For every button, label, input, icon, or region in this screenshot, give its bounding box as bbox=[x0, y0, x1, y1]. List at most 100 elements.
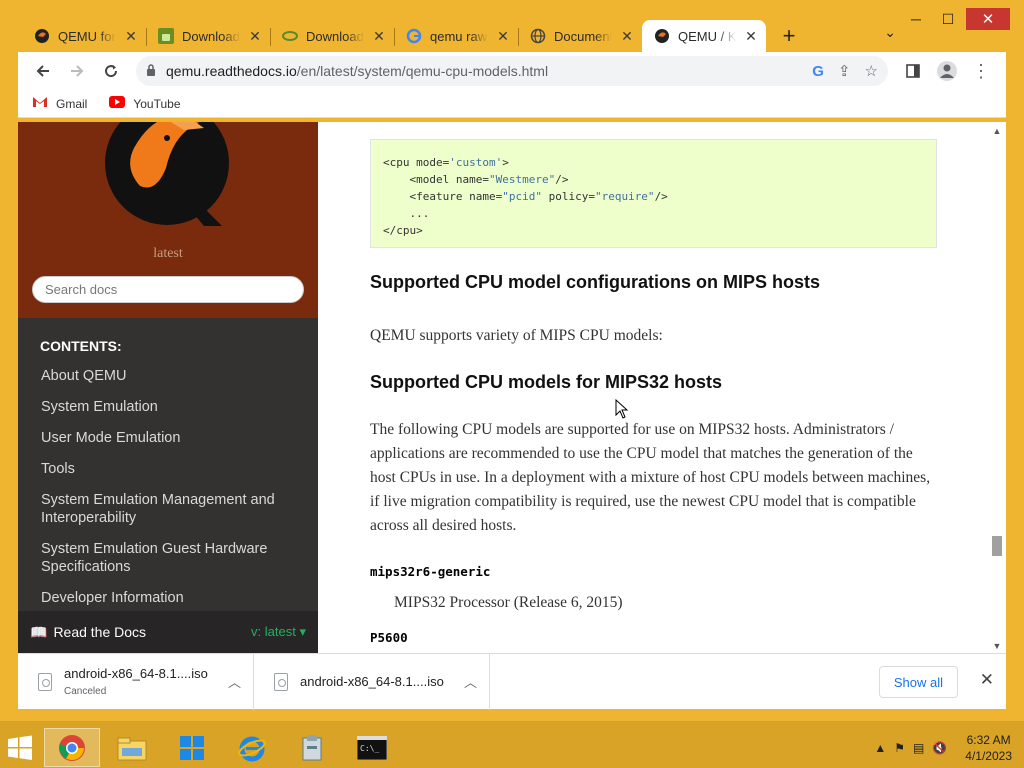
bookmark-label: YouTube bbox=[133, 96, 181, 111]
scrollbar-thumb[interactable] bbox=[992, 536, 1002, 556]
command-prompt-icon[interactable]: C:\_ bbox=[344, 728, 400, 767]
close-icon[interactable]: ✕ bbox=[744, 29, 758, 43]
download-status: Canceled bbox=[64, 686, 107, 697]
mips32-paragraph: The following CPU models are supported f… bbox=[370, 421, 931, 534]
chevron-up-icon[interactable]: ︿ bbox=[464, 672, 477, 691]
address-bar[interactable]: qemu.readthedocs.io/en/latest/system/qem… bbox=[136, 56, 888, 86]
store-icon[interactable] bbox=[164, 728, 220, 767]
close-icon[interactable]: ✕ bbox=[620, 29, 634, 43]
sidebar-item-about-qemu[interactable]: About QEMU bbox=[41, 366, 291, 386]
qemu-icon bbox=[654, 28, 670, 44]
close-icon[interactable]: ✕ bbox=[372, 29, 386, 43]
downloads-bar: android-x86_64-8.1....iso Canceled ︿ and… bbox=[18, 653, 1006, 710]
scroll-up-icon[interactable]: ▲ bbox=[988, 126, 1006, 136]
archive-icon[interactable] bbox=[284, 728, 340, 767]
side-panel-icon[interactable] bbox=[898, 56, 928, 86]
download-item[interactable]: android-x86_64-8.1....iso ︿ bbox=[254, 653, 490, 710]
caret-down-icon: ▾ bbox=[299, 624, 306, 639]
sidebar-item-tools[interactable]: Tools bbox=[41, 459, 291, 479]
profile-avatar[interactable] bbox=[932, 56, 962, 86]
reload-icon[interactable] bbox=[96, 56, 126, 86]
chevron-up-icon[interactable]: ︿ bbox=[228, 672, 241, 691]
bookmark-youtube[interactable]: YouTube bbox=[109, 96, 181, 111]
flag-icon[interactable]: ⚑ bbox=[894, 741, 905, 755]
windows-start-icon[interactable] bbox=[0, 727, 40, 768]
clock-date: 4/1/2023 bbox=[965, 748, 1012, 763]
close-window-button[interactable]: ✕ bbox=[966, 8, 1010, 30]
volume-muted-icon[interactable]: 🔇 bbox=[932, 741, 947, 755]
minimize-button[interactable]: ─ bbox=[900, 8, 932, 30]
tab-documentation[interactable]: Documentation ✕ bbox=[518, 20, 642, 52]
read-the-docs-flyout[interactable]: 📖 Read the Docs v: latest ▾ bbox=[18, 611, 318, 653]
bookmarks-bar: Gmail YouTube bbox=[18, 90, 1006, 118]
intro-paragraph: QEMU supports variety of MIPS CPU models… bbox=[370, 327, 663, 344]
google-icon[interactable]: G bbox=[812, 63, 824, 80]
search-docs-input[interactable]: Search docs bbox=[32, 276, 304, 303]
download-filename: android-x86_64-8.1....iso bbox=[64, 666, 208, 681]
file-icon bbox=[38, 672, 52, 691]
bookmark-gmail[interactable]: Gmail bbox=[32, 96, 87, 111]
bookmark-label: Gmail bbox=[56, 96, 88, 111]
sidebar-nav: About QEMU System Emulation User Mode Em… bbox=[41, 366, 291, 619]
show-all-button[interactable]: Show all bbox=[878, 666, 958, 698]
internet-explorer-icon[interactable] bbox=[224, 728, 280, 767]
close-icon[interactable]: ✕ bbox=[124, 29, 138, 43]
close-icon[interactable]: ✕ bbox=[248, 29, 262, 43]
network-icon[interactable]: ▤ bbox=[913, 741, 924, 755]
share-icon[interactable]: ⇪ bbox=[838, 62, 851, 80]
close-icon[interactable]: ✕ bbox=[980, 670, 994, 690]
code-line: <cpu mode='custom'> bbox=[383, 156, 509, 169]
maximize-button[interactable]: ☐ bbox=[932, 8, 964, 30]
browser-toolbar: qemu.readthedocs.io/en/latest/system/qem… bbox=[18, 52, 1006, 90]
download-item[interactable]: android-x86_64-8.1....iso Canceled ︿ bbox=[18, 653, 254, 710]
tab-title: QEMU / KVM bbox=[678, 28, 736, 44]
book-icon: 📖 bbox=[30, 623, 48, 640]
cpu-model-definition: MIPS32 Processor (Release 6, 2015) bbox=[394, 594, 623, 611]
menu-kebab-icon[interactable]: ⋮ bbox=[966, 56, 996, 86]
window-controls: ─ ☐ ✕ bbox=[900, 8, 1010, 30]
google-icon bbox=[406, 28, 422, 44]
qemu-logo[interactable] bbox=[104, 122, 230, 228]
page-scrollbar[interactable]: ▲ ▼ bbox=[988, 122, 1006, 653]
code-line: <feature name="pcid" policy="require"/> bbox=[383, 190, 668, 203]
taskbar: C:\_ ▲ ⚑ ▤ 🔇 6:32 AM 4/1/2023 bbox=[0, 727, 1024, 768]
show-hidden-icons-icon[interactable]: ▲ bbox=[874, 741, 886, 755]
chrome-icon[interactable] bbox=[44, 728, 100, 767]
clock[interactable]: 6:32 AM 4/1/2023 bbox=[965, 732, 1012, 764]
tab-title: QEMU for Windows bbox=[58, 28, 116, 44]
new-tab-button[interactable]: + bbox=[774, 21, 804, 51]
tab-qemu-raw[interactable]: qemu raw emulator ✕ bbox=[394, 20, 518, 52]
rtd-label: Read the Docs bbox=[53, 624, 147, 640]
contents-caption: CONTENTS: bbox=[40, 338, 122, 354]
system-tray: ▲ ⚑ ▤ 🔇 6:32 AM 4/1/2023 bbox=[874, 732, 1024, 764]
tab-search-chevron-icon[interactable]: ⌄ bbox=[884, 24, 896, 41]
lock-icon[interactable] bbox=[146, 63, 156, 79]
gmail-icon bbox=[32, 96, 48, 111]
sidebar-item-system-emulation[interactable]: System Emulation bbox=[41, 397, 291, 417]
file-icon bbox=[274, 672, 288, 691]
file-explorer-icon[interactable] bbox=[104, 728, 160, 767]
tab-qemu-windows[interactable]: QEMU for Windows ✕ bbox=[22, 20, 146, 52]
tab-qemu-kvm[interactable]: QEMU / KVM ✕ bbox=[642, 20, 766, 52]
docs-sidebar: latest Search docs CONTENTS: About QEMU … bbox=[18, 122, 318, 653]
tab-title: Downloading bbox=[306, 28, 364, 44]
close-icon[interactable]: ✕ bbox=[496, 29, 510, 43]
tab-title: qemu raw emulator bbox=[430, 28, 488, 44]
sidebar-item-user-mode-emulation[interactable]: User Mode Emulation bbox=[41, 428, 291, 448]
sidebar-item-guest-hardware-specs[interactable]: System Emulation Guest Hardware Specific… bbox=[41, 539, 291, 577]
tab-downloading[interactable]: Downloading ✕ bbox=[270, 20, 394, 52]
sidebar-item-developer-information[interactable]: Developer Information bbox=[41, 588, 291, 608]
bookmark-star-icon[interactable]: ☆ bbox=[865, 62, 878, 80]
heading-mips-hosts: Supported CPU model configurations on MI… bbox=[370, 272, 821, 292]
sidebar-item-management-interoperability[interactable]: System Emulation Management and Interope… bbox=[41, 490, 291, 528]
code-line: ... bbox=[383, 207, 430, 220]
svg-text:C:\_: C:\_ bbox=[360, 744, 379, 753]
scroll-down-icon[interactable]: ▼ bbox=[988, 641, 1006, 651]
back-arrow-icon[interactable] bbox=[28, 56, 58, 86]
tab-download-android[interactable]: Download Android ✕ bbox=[146, 20, 270, 52]
rtd-version: v: latest ▾ bbox=[251, 624, 306, 639]
globe-icon bbox=[530, 28, 546, 44]
youtube-icon bbox=[109, 96, 126, 111]
cpu-model-term: P5600 bbox=[370, 630, 408, 645]
forward-arrow-icon[interactable] bbox=[62, 56, 92, 86]
